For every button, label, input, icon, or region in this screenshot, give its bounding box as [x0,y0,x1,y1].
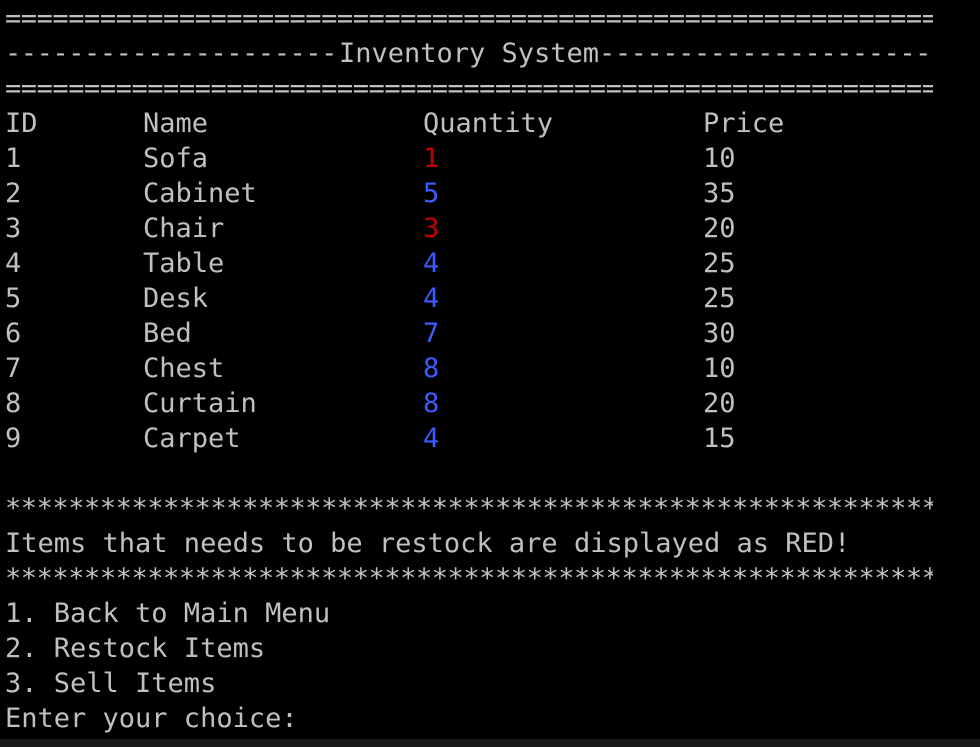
table-row: 1 Sofa 1 10 [5,141,980,176]
menu-item-back-to-main-menu: 1. Back to Main Menu [5,598,331,629]
title-bar: ----------------------------------------… [5,36,933,71]
item-quantity: 5 [423,178,440,209]
item-price: 25 [703,283,736,314]
item-name: Curtain [143,388,257,419]
item-name: Sofa [143,143,209,174]
header-bottom-separator: ========================================… [5,73,933,104]
choice-prompt[interactable]: Enter your choice: [5,701,980,736]
item-quantity: 3 [423,213,440,244]
item-name: Chair [143,213,225,244]
title-dash-left: ----------------------------------------… [5,38,339,69]
item-id: 3 [5,213,22,244]
item-id: 9 [5,423,22,454]
menu-item-sell-items: 3. Sell Items [5,668,217,699]
item-quantity: 4 [423,423,440,454]
column-header-id: ID [5,108,38,139]
title-dash-right: ----------------------------------------… [599,38,933,69]
item-price: 20 [703,388,736,419]
item-id: 7 [5,353,22,384]
table-row: 3 Chair 3 20 [5,211,980,246]
table-row: 2 Cabinet 5 35 [5,176,980,211]
table-header: ID Name Quantity Price [5,106,980,141]
item-quantity: 7 [423,318,440,349]
item-price: 10 [703,353,736,384]
column-header-quantity: Quantity [423,108,554,139]
item-name: Desk [143,283,209,314]
item-quantity: 4 [423,283,440,314]
restock-notice: Items that needs to be restock are displ… [5,528,851,559]
table-row: 4 Table 4 25 [5,246,980,281]
item-name: Cabinet [143,178,257,209]
item-id: 4 [5,248,22,279]
item-quantity: 8 [423,353,440,384]
item-id: 5 [5,283,22,314]
item-price: 15 [703,423,736,454]
top-separator: ========================================… [5,3,933,34]
item-price: 25 [703,248,736,279]
item-id: 1 [5,143,22,174]
item-id: 2 [5,178,22,209]
item-quantity: 4 [423,248,440,279]
item-id: 8 [5,388,22,419]
column-header-price: Price [703,108,785,139]
column-header-name: Name [143,108,209,139]
star-separator-bottom: ****************************************… [5,563,933,594]
table-row: 8 Curtain 8 20 [5,386,980,421]
star-separator-top: ****************************************… [5,493,933,524]
item-name: Bed [143,318,192,349]
item-name: Carpet [143,423,241,454]
item-quantity: 1 [423,143,440,174]
item-name: Chest [143,353,225,384]
item-price: 30 [703,318,736,349]
table-row: 6 Bed 7 30 [5,316,980,351]
item-price: 10 [703,143,736,174]
console-window[interactable]: ========================================… [0,0,980,747]
table-row: 7 Chest 8 10 [5,351,980,386]
item-price: 20 [703,213,736,244]
item-id: 6 [5,318,22,349]
item-price: 35 [703,178,736,209]
item-quantity: 8 [423,388,440,419]
table-row: 9 Carpet 4 15 [5,421,980,456]
page-title: Inventory System [338,38,600,69]
table-row: 5 Desk 4 25 [5,281,980,316]
window-bottom-edge [0,739,980,747]
menu-item-restock-items: 2. Restock Items [5,633,266,664]
item-name: Table [143,248,225,279]
